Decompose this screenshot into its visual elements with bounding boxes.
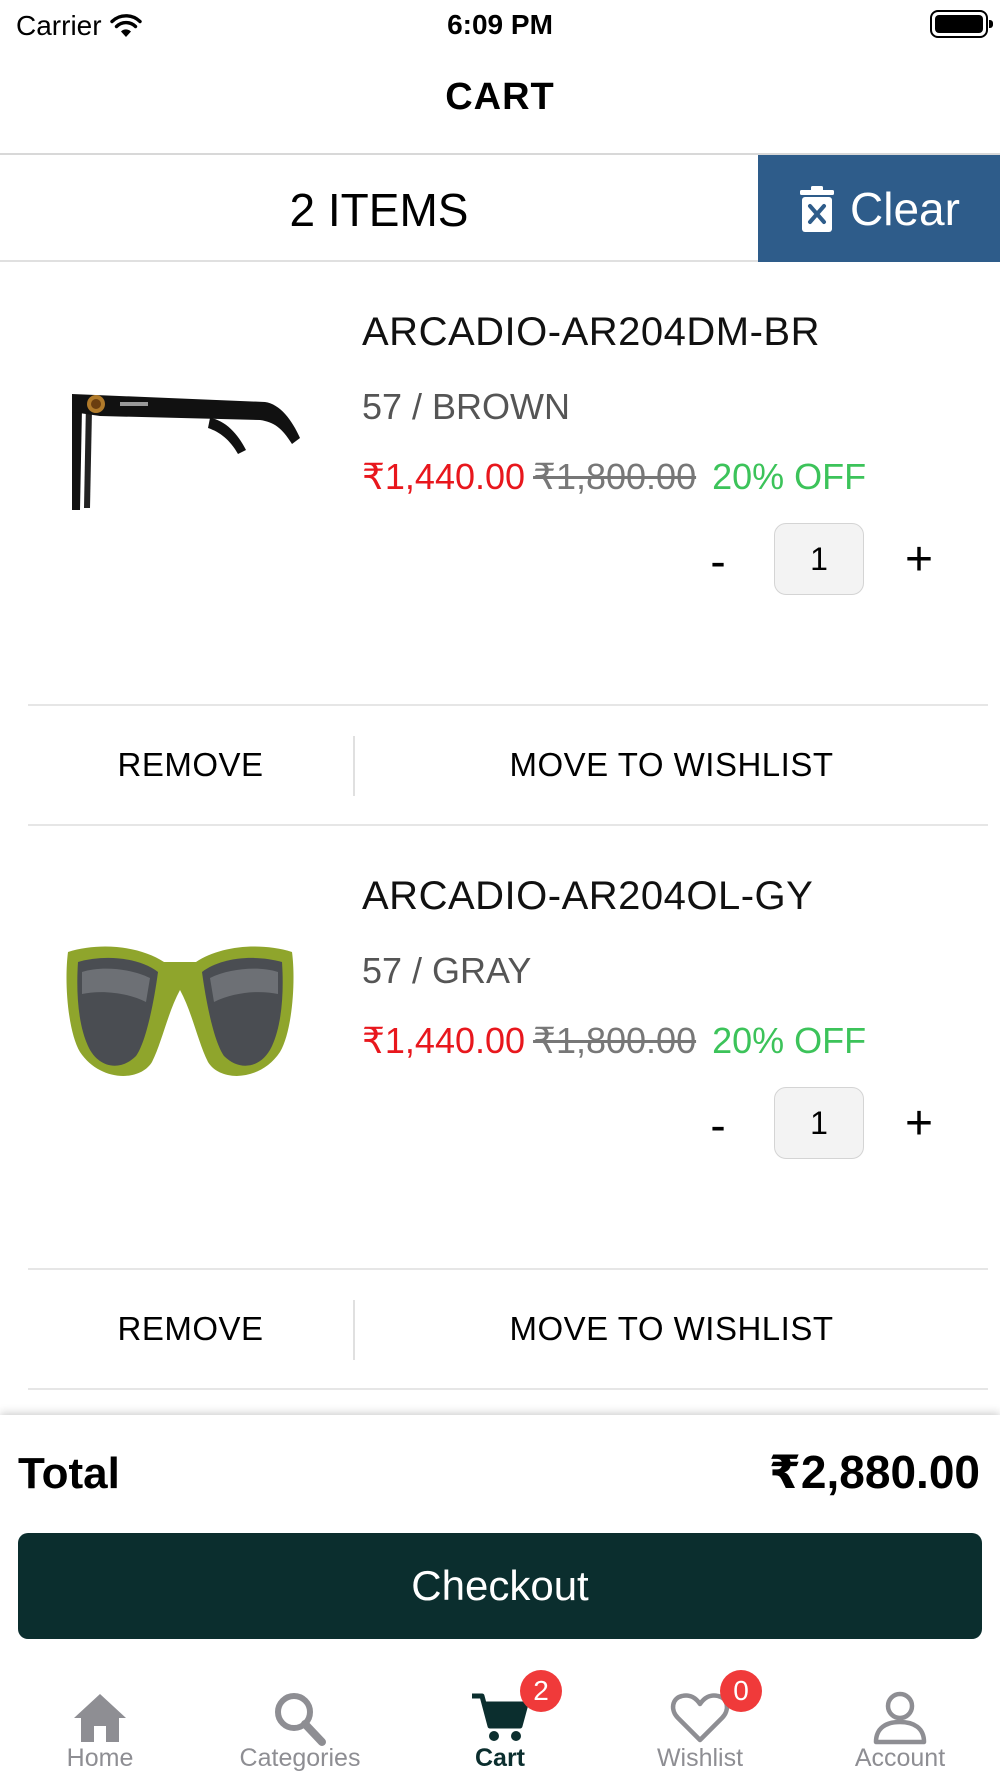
discount-label: 20% OFF [712, 1020, 867, 1061]
quantity-decrease-button[interactable]: - [700, 1098, 736, 1152]
items-count: 2 ITEMS [289, 184, 469, 236]
total-label: Total [18, 1449, 120, 1498]
trash-icon [800, 185, 835, 232]
checkout-button[interactable]: Checkout [18, 1533, 982, 1639]
quantity-field[interactable]: 1 [774, 523, 864, 595]
status-time: 6:09 PM [447, 9, 553, 40]
person-icon [873, 1691, 927, 1745]
home-icon [74, 1694, 126, 1742]
move-to-wishlist-button[interactable]: MOVE TO WISHLIST [355, 1270, 988, 1388]
item-action-bar: REMOVE MOVE TO WISHLIST [28, 704, 988, 826]
cart-count-badge: 2 [520, 1670, 562, 1712]
quantity-field[interactable]: 1 [774, 1087, 864, 1159]
cart-item: ARCADIO-AR204OL-GY 57 / GRAY ₹1,440.00 ₹1… [0, 826, 1000, 1396]
sale-price: ₹1,440.00 [362, 456, 526, 497]
cart-items-header: 2 ITEMS Clear [0, 155, 1000, 262]
tab-label: Wishlist [656, 1744, 744, 1772]
quantity-decrease-button[interactable]: - [700, 534, 736, 588]
product-variant: 57 / GRAY [362, 950, 532, 991]
search-icon [275, 1693, 326, 1746]
discount-label: 20% OFF [712, 456, 867, 497]
clear-cart-button[interactable]: Clear [758, 155, 1000, 262]
status-bar: Carrier 6:09 PM [0, 0, 1000, 50]
price-row: ₹1,440.00 ₹1,800.00 20% OFF [362, 456, 866, 498]
original-price: ₹1,800.00 [533, 456, 697, 497]
quantity-increase-button[interactable]: + [898, 532, 940, 587]
cart-item: ARCADIO-AR204DM-BR 57 / BROWN ₹1,440.00 ₹… [0, 262, 1000, 832]
tab-categories[interactable]: Categories [200, 1660, 400, 1778]
clear-cart-label: Clear [850, 182, 960, 235]
page-title: CART [445, 76, 555, 118]
tab-label: Account [854, 1744, 946, 1772]
tab-label: Cart [474, 1744, 525, 1772]
tab-label: Categories [239, 1744, 361, 1772]
bottom-tab-bar: Home Categories 2 Cart 0 Wishlist Accoun… [0, 1660, 1000, 1778]
remove-button[interactable]: REMOVE [28, 1270, 353, 1388]
product-image [72, 394, 300, 510]
tab-account[interactable]: Account [800, 1660, 1000, 1778]
product-variant: 57 / BROWN [362, 386, 571, 427]
battery-icon [930, 10, 993, 38]
price-row: ₹1,440.00 ₹1,800.00 20% OFF [362, 1020, 866, 1062]
tab-wishlist[interactable]: 0 Wishlist [600, 1660, 800, 1778]
sale-price: ₹1,440.00 [362, 1020, 526, 1061]
move-to-wishlist-button[interactable]: MOVE TO WISHLIST [355, 706, 988, 824]
wishlist-count-badge: 0 [720, 1670, 762, 1712]
original-price: ₹1,800.00 [533, 1020, 697, 1061]
product-name[interactable]: ARCADIO-AR204DM-BR [362, 310, 820, 355]
product-image [66, 946, 294, 1076]
order-summary-panel: Total ₹2,880.00 Checkout [0, 1415, 1000, 1660]
total-amount: ₹2,880.00 [768, 1446, 980, 1498]
product-name[interactable]: ARCADIO-AR204OL-GY [362, 874, 813, 919]
item-action-bar: REMOVE MOVE TO WISHLIST [28, 1268, 988, 1390]
quantity-increase-button[interactable]: + [898, 1096, 940, 1151]
remove-button[interactable]: REMOVE [28, 706, 353, 824]
tab-home[interactable]: Home [0, 1660, 200, 1778]
tab-label: Home [66, 1744, 134, 1772]
tab-cart[interactable]: 2 Cart [400, 1660, 600, 1778]
